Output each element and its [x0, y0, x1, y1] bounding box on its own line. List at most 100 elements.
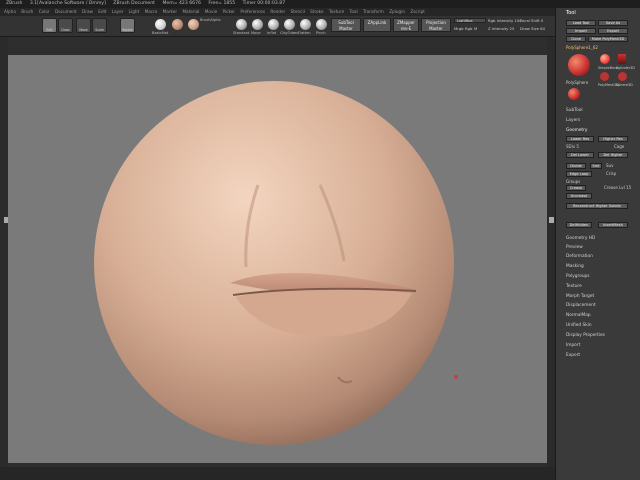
uncrease-button[interactable]: Uncrease	[566, 193, 592, 199]
export-button[interactable]: Export	[598, 28, 628, 34]
zmapper-button[interactable]: ZMapper rev-E	[393, 18, 419, 32]
menu-layer[interactable]: Layer	[112, 9, 124, 14]
clone-button[interactable]: Clone	[566, 36, 586, 42]
save-as-button[interactable]: Save As	[598, 20, 628, 26]
right-shelf	[547, 37, 555, 467]
insertmesh-button[interactable]: InsertMesh	[598, 222, 628, 228]
unified-skin-item[interactable]: Unified Skin	[566, 323, 592, 328]
projection-master-button[interactable]: Projection Master	[421, 18, 451, 32]
mrgb-button[interactable]: Mrgb	[454, 26, 464, 31]
groups-toggle[interactable]: Groups	[566, 179, 580, 184]
normalmap-item[interactable]: NormalMap	[566, 313, 591, 318]
subtool-section[interactable]: SubTool	[566, 108, 583, 113]
pinch-brush-icon[interactable]	[316, 19, 327, 30]
cage-button[interactable]: Cage	[614, 144, 624, 149]
star-thumbnail[interactable]	[568, 88, 580, 100]
rgb-intensity-slider[interactable]: Rgb Intensity 100	[488, 18, 522, 23]
draw-size-slider[interactable]: Draw Size 64	[520, 26, 545, 31]
deformation-item[interactable]: Deformation	[566, 254, 593, 259]
polymesh-thumbnail[interactable]	[600, 72, 609, 81]
sdiv-slider[interactable]: SDiv 5	[566, 144, 579, 149]
menu-transform[interactable]: Transform	[363, 9, 384, 14]
smt-toggle[interactable]: Smt	[590, 163, 602, 169]
menu-stencil[interactable]: Stencil	[291, 9, 305, 14]
z-intensity-slider[interactable]: Z Intensity 25	[488, 26, 514, 31]
move-brush-icon[interactable]	[252, 19, 263, 30]
display-properties-item[interactable]: Display Properties	[566, 333, 605, 338]
rotate-button[interactable]: Rotate	[120, 18, 135, 33]
inflat-brush-icon[interactable]	[268, 19, 279, 30]
menu-picker[interactable]: Picker	[223, 9, 235, 14]
polygroups-item[interactable]: Polygroups	[566, 274, 590, 279]
material-ball-basic[interactable]	[155, 19, 166, 30]
reconstruct-subdiv-button[interactable]: Reconstruct Higher Subdiv	[566, 203, 628, 209]
del-higher-button[interactable]: Del Higher	[598, 152, 628, 158]
delhidden-button[interactable]: DelHidden	[566, 222, 592, 228]
menu-preferences[interactable]: Preferences	[240, 9, 265, 14]
import-button[interactable]: Import	[566, 28, 596, 34]
geometry-hd-item[interactable]: Geometry HD	[566, 236, 595, 241]
menu-material[interactable]: Material	[182, 9, 199, 14]
crease-button[interactable]: Crease	[566, 185, 586, 191]
app-version: 3.1[Avalanche Software / Dmmy]	[29, 1, 106, 6]
menu-macro[interactable]: Macro	[145, 9, 158, 14]
sphere3d-thumbnail[interactable]	[618, 72, 627, 81]
higher-res-button[interactable]: Higher Res	[598, 136, 628, 142]
focal-shift-slider[interactable]: Focal Shift 0	[520, 18, 543, 23]
make-polymesh-button[interactable]: Make PolyMesh3D	[588, 36, 628, 42]
suv-toggle[interactable]: Suv	[606, 163, 613, 168]
polysphere-thumbnail[interactable]	[568, 54, 590, 76]
menu-stroke[interactable]: Stroke	[310, 9, 323, 14]
m-button[interactable]: M	[474, 26, 477, 31]
export-item[interactable]: Export	[566, 353, 580, 358]
del-lower-button[interactable]: Del Lower	[566, 152, 594, 158]
scale-button[interactable]: Scale	[92, 18, 107, 33]
menu-edit[interactable]: Edit	[98, 9, 106, 14]
import-item[interactable]: Import	[566, 343, 580, 348]
menu-brush[interactable]: Brush	[21, 9, 33, 14]
layers-section[interactable]: Layers	[566, 118, 580, 123]
material-ball-matcap[interactable]	[172, 19, 183, 30]
subtool-master-button[interactable]: SubTool Master	[331, 18, 361, 32]
menu-movie[interactable]: Movie	[205, 9, 217, 14]
move-button[interactable]: Move	[76, 18, 91, 33]
preview-item[interactable]: Preview	[566, 245, 583, 250]
draw-button[interactable]: Draw	[58, 18, 73, 33]
geometry-section[interactable]: Geometry	[566, 128, 587, 133]
menu-color[interactable]: Color	[39, 9, 50, 14]
sculpt-viewport[interactable]	[8, 55, 547, 463]
menu-texture[interactable]: Texture	[329, 9, 344, 14]
masking-item[interactable]: Masking	[566, 264, 584, 269]
zapplink-button[interactable]: ZAppLink	[363, 18, 391, 32]
menu-zscript[interactable]: Zscript	[410, 9, 425, 14]
menu-alpha[interactable]: Alpha	[4, 9, 16, 14]
displacement-item[interactable]: Displacement	[566, 303, 596, 308]
menu-zplugin[interactable]: Zplugin	[389, 9, 405, 14]
menu-marker[interactable]: Marker	[163, 9, 177, 14]
edge-loop-button[interactable]: Edge Loop	[566, 171, 592, 177]
simplebrush-thumbnail[interactable]	[600, 54, 610, 64]
texture-item[interactable]: Texture	[566, 284, 582, 289]
menu-light[interactable]: Light	[129, 9, 139, 14]
rgb-button[interactable]: Rgb	[465, 26, 472, 31]
morph-target-item[interactable]: Morph Target	[566, 294, 594, 299]
menu-render[interactable]: Render	[270, 9, 285, 14]
document-canvas[interactable]	[8, 55, 547, 463]
standard-brush-icon[interactable]	[236, 19, 247, 30]
edit-button[interactable]: Edit	[42, 18, 57, 33]
current-tool-name: PolySphere1_62	[566, 45, 598, 50]
menu-tool[interactable]: Tool	[350, 9, 358, 14]
flatten-brush-icon[interactable]	[300, 19, 311, 30]
lightbox-button[interactable]: LightBox	[454, 18, 486, 23]
menu-draw[interactable]: Draw	[82, 9, 93, 14]
crisp-toggle[interactable]: Crisp	[606, 171, 616, 176]
cylinder-thumbnail[interactable]	[618, 54, 626, 64]
color-swatch[interactable]	[188, 19, 199, 30]
divide-button[interactable]: Divide	[566, 163, 586, 169]
claytubes-brush-icon[interactable]	[284, 19, 295, 30]
lower-res-button[interactable]: Lower Res	[566, 136, 594, 142]
menu-document[interactable]: Document	[55, 9, 77, 14]
right-shelf-toggle[interactable]	[549, 217, 554, 223]
crease-level-slider[interactable]: Crease Lvl 15	[604, 185, 631, 190]
load-tool-button[interactable]: Load Tool	[566, 20, 596, 26]
